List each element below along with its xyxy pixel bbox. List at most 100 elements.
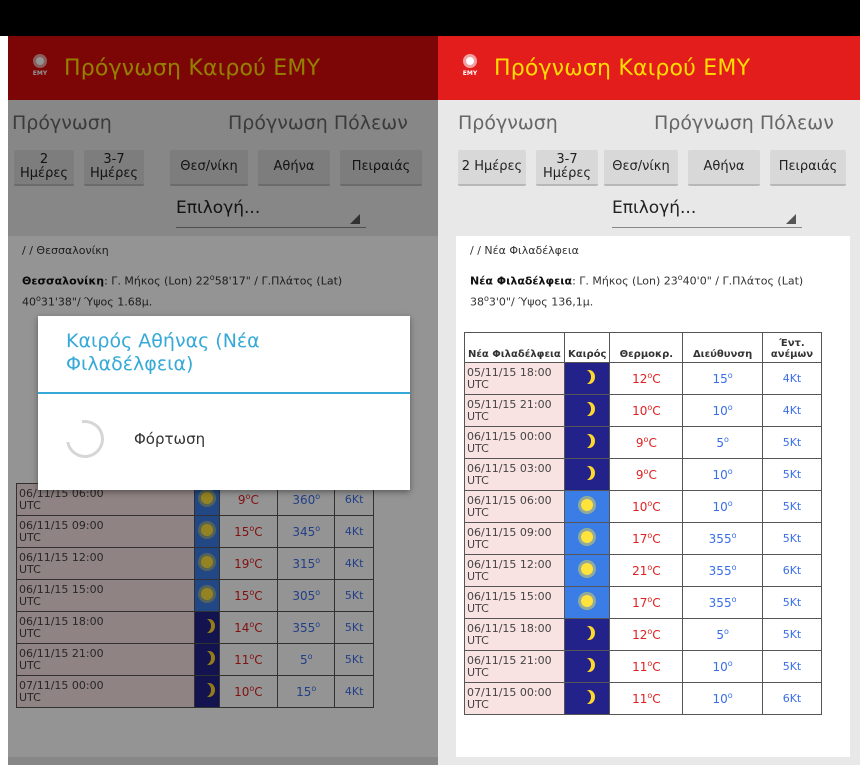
weather-cell (563, 394, 611, 427)
emy-logo-icon: EMY (460, 54, 480, 82)
status-bar (0, 0, 860, 36)
wind-speed: 5Kt (761, 586, 823, 619)
right-screen: EMY Πρόγνωση Καιρού ΕΜΥ Πρόγνωση Πρόγνωσ… (438, 36, 860, 765)
temperature: 12oC (609, 618, 684, 651)
weather-cell (563, 458, 611, 491)
wind-speed: 6Kt (761, 682, 823, 715)
wind-speed: 5Kt (761, 650, 823, 683)
col-wind: Έντ. ανέμων (761, 332, 823, 363)
wind-speed: 5Kt (761, 618, 823, 651)
wind-direction: 10o (682, 682, 763, 715)
table-row: 06/11/15 12:00 UTC 21oC 355o 6Kt (464, 554, 823, 587)
loading-spinner-icon (58, 412, 112, 466)
forecast-label: Πρόγνωση (458, 112, 558, 134)
athens-button[interactable]: Αθήνα (688, 150, 760, 186)
temperature: 21oC (609, 554, 684, 587)
wind-speed: 5Kt (761, 522, 823, 555)
wind-direction: 355o (682, 522, 763, 555)
table-row: 06/11/15 06:00 UTC 10oC 10o 5Kt (464, 490, 823, 523)
forecast-datetime: 05/11/15 21:00 UTC (464, 394, 565, 427)
dialog-title: Καιρός Αθήνας (Νέα Φιλαδέλφεια) (66, 330, 260, 375)
button-label-bottom: Ημέρες (543, 166, 591, 181)
breadcrumb: / / Νέα Φιλαδέλφεια (470, 244, 579, 257)
temperature: 11oC (609, 682, 684, 715)
location-coordinates: Νέα Φιλαδέλφεια: Γ. Μήκος (Lon) 23o40'0"… (470, 273, 804, 309)
moon-icon (579, 402, 591, 416)
col-location: Νέα Φιλαδέλφεια (464, 332, 565, 363)
dialog-message: Φόρτωση (134, 430, 206, 448)
sun-icon (581, 563, 594, 575)
forecast-datetime: 06/11/15 12:00 UTC (464, 554, 565, 587)
sun-icon (581, 499, 594, 511)
weather-cell (563, 586, 611, 619)
weather-cell (563, 522, 611, 555)
weather-cell (563, 426, 611, 459)
wind-direction: 5o (682, 618, 763, 651)
wind-direction: 10o (682, 650, 763, 683)
app-bar: EMY Πρόγνωση Καιρού ΕΜΥ (438, 36, 860, 100)
forecast-datetime: 06/11/15 18:00 UTC (464, 618, 565, 651)
forecast-datetime: 06/11/15 00:00 UTC (464, 426, 565, 459)
wind-speed: 5Kt (761, 426, 823, 459)
moon-icon (579, 370, 591, 384)
wind-speed: 5Kt (761, 458, 823, 491)
wind-direction: 5o (682, 426, 763, 459)
weather-cell (563, 554, 611, 587)
moon-icon (579, 434, 591, 448)
moon-icon (579, 690, 591, 704)
forecast-datetime: 06/11/15 15:00 UTC (464, 586, 565, 619)
controls-area: Πρόγνωση Πρόγνωση Πόλεων 2 Ημέρες 3-7 Ημ… (438, 100, 860, 236)
piraeus-button[interactable]: Πειραιάς (770, 150, 846, 186)
loading-dialog: Καιρός Αθήνας (Νέα Φιλαδέλφεια) Φόρτωση (38, 316, 410, 490)
dialog-divider (38, 392, 410, 394)
dropdown-arrow-icon (786, 214, 796, 224)
weather-cell (563, 618, 611, 651)
forecast-datetime: 06/11/15 09:00 UTC (464, 522, 565, 555)
forecast-datetime: 05/11/15 18:00 UTC (464, 362, 565, 395)
wind-direction: 355o (682, 586, 763, 619)
three-seven-days-button[interactable]: 3-7 Ημέρες (536, 150, 598, 186)
temperature: 17oC (609, 586, 684, 619)
temperature: 11oC (609, 650, 684, 683)
moon-icon (579, 658, 591, 672)
weather-cell (563, 490, 611, 523)
forecast-area: / / Νέα Φιλαδέλφεια Νέα Φιλαδέλφεια: Γ. … (456, 236, 850, 757)
temperature: 12oC (609, 362, 684, 395)
button-label-top: 3-7 (556, 152, 578, 167)
table-row: 07/11/15 00:00 UTC 11oC 10o 6Kt (464, 682, 823, 715)
city-select[interactable]: Επιλογή... (612, 192, 802, 228)
sun-icon (581, 595, 594, 607)
table-row: 05/11/15 21:00 UTC 10oC 10o 4Kt (464, 394, 823, 427)
col-temperature: Θερμοκρ. (609, 332, 684, 363)
weather-cell (563, 682, 611, 715)
temperature: 10oC (609, 394, 684, 427)
city-select-value: Επιλογή... (612, 198, 697, 218)
sun-icon (581, 531, 594, 543)
moon-icon (579, 466, 591, 480)
table-row: 06/11/15 18:00 UTC 12oC 5o 5Kt (464, 618, 823, 651)
wind-direction: 355o (682, 554, 763, 587)
weather-cell (563, 650, 611, 683)
table-row: 06/11/15 21:00 UTC 11oC 10o 5Kt (464, 650, 823, 683)
wind-direction: 10o (682, 458, 763, 491)
wind-speed: 4Kt (761, 394, 823, 427)
wind-speed: 5Kt (761, 490, 823, 523)
city-forecast-label: Πρόγνωση Πόλεων (654, 112, 834, 134)
table-row: 06/11/15 09:00 UTC 17oC 355o 5Kt (464, 522, 823, 555)
forecast-datetime: 06/11/15 03:00 UTC (464, 458, 565, 491)
main-content: Πρόγνωση Πρόγνωση Πόλεων 2 Ημέρες 3-7 Ημ… (438, 100, 860, 765)
col-direction: Διεύθυνση (682, 332, 763, 363)
wind-direction: 10o (682, 394, 763, 427)
two-days-button[interactable]: 2 Ημέρες (458, 150, 526, 186)
table-header-row: Νέα Φιλαδέλφεια Καιρός Θερμοκρ. Διεύθυνσ… (464, 332, 823, 363)
forecast-datetime: 06/11/15 21:00 UTC (464, 650, 565, 683)
col-weather: Καιρός (563, 332, 611, 363)
forecast-datetime: 06/11/15 06:00 UTC (464, 490, 565, 523)
table-row: 05/11/15 18:00 UTC 12oC 15o 4Kt (464, 362, 823, 395)
temperature: 9oC (609, 458, 684, 491)
moon-icon (579, 626, 591, 640)
wind-speed: 4Kt (761, 362, 823, 395)
thessaloniki-button[interactable]: Θεσ/νίκη (604, 150, 678, 186)
temperature: 17oC (609, 522, 684, 555)
table-row: 06/11/15 03:00 UTC 9oC 10o 5Kt (464, 458, 823, 491)
